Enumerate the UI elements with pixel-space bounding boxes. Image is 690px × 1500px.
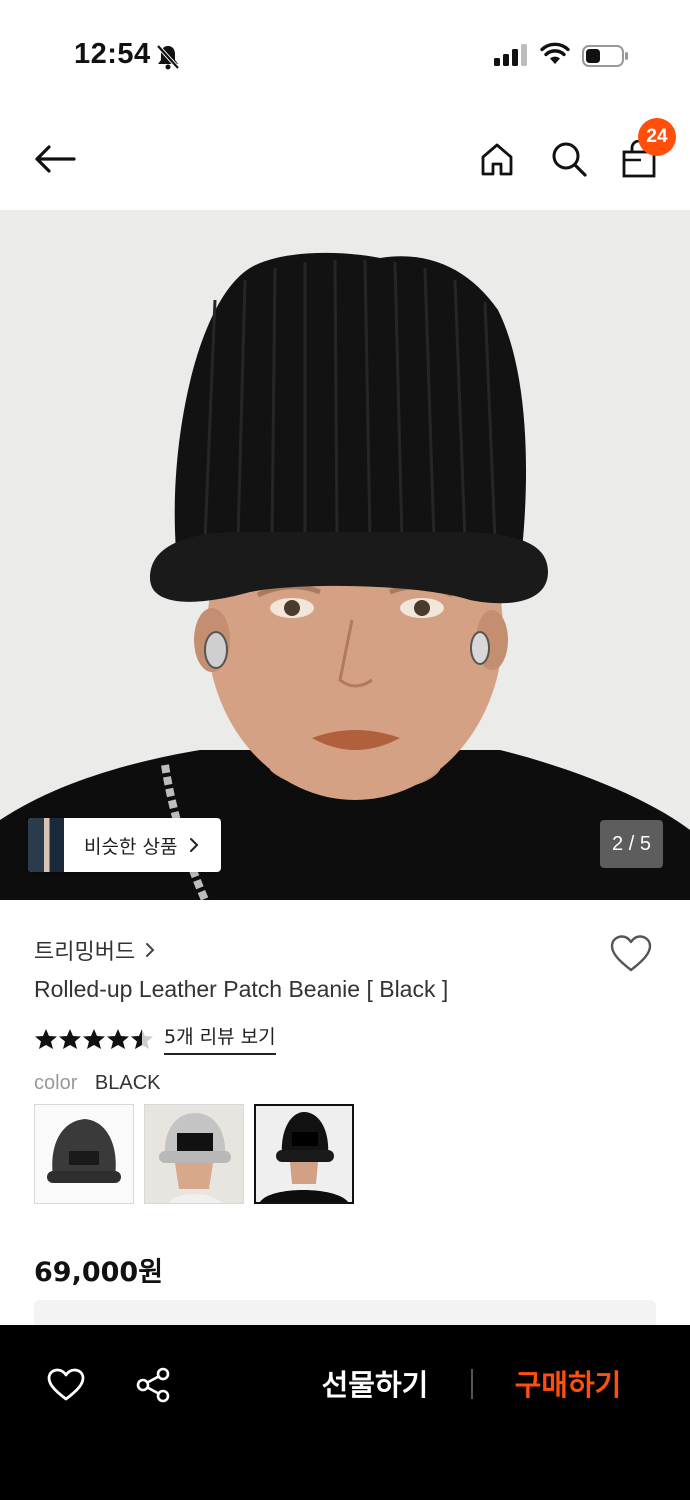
- brand-name: 트리밍버드: [34, 940, 136, 965]
- product-price: 69,000원: [34, 1257, 164, 1288]
- back-button[interactable]: [30, 136, 80, 182]
- star-icon: [59, 1028, 81, 1049]
- star-rating: [34, 1028, 154, 1050]
- swatch-black-image: [256, 1106, 352, 1202]
- swatch-charcoal-image: [35, 1105, 133, 1203]
- similar-products-button[interactable]: 비슷한 상품: [28, 818, 221, 872]
- star-icon: [107, 1028, 129, 1049]
- wifi-icon: [540, 42, 570, 71]
- top-nav: [0, 110, 690, 210]
- cart-count-badge: 24: [638, 118, 676, 156]
- similar-products-label: 비슷한 상품: [84, 835, 178, 858]
- arrow-left-icon: [35, 145, 76, 173]
- product-image[interactable]: [0, 210, 690, 900]
- star-icon: [83, 1028, 105, 1049]
- signal-icon: [494, 44, 528, 71]
- status-bar: 12:54: [0, 0, 690, 110]
- battery-icon: [582, 44, 630, 73]
- bottom-action-bar: 선물하기 구매하기: [0, 1325, 690, 1500]
- chevron-right-icon: [146, 943, 155, 957]
- heart-icon: [610, 935, 652, 972]
- buy-button[interactable]: 구매하기: [496, 1361, 640, 1409]
- rating-row: 5개 리뷰 보기: [34, 1022, 276, 1055]
- color-swatches: [34, 1104, 354, 1204]
- swatch-light-grey[interactable]: [144, 1104, 244, 1204]
- product-name: Rolled-up Leather Patch Beanie [ Black ]: [34, 976, 449, 1002]
- home-button[interactable]: [474, 136, 520, 182]
- brand-link[interactable]: 트리밍버드: [34, 934, 155, 966]
- status-time: 12:54: [74, 38, 151, 70]
- swatch-light-grey-image: [145, 1105, 243, 1203]
- bell-off-icon: [156, 44, 180, 75]
- color-value: BLACK: [94, 1072, 161, 1094]
- bottom-wishlist-button[interactable]: [44, 1363, 88, 1407]
- color-row: color BLACK: [34, 1072, 161, 1095]
- divider: [471, 1369, 473, 1399]
- search-icon: [552, 142, 587, 177]
- similar-thumbnail: [28, 818, 64, 872]
- swatch-charcoal[interactable]: [34, 1104, 134, 1204]
- wishlist-button[interactable]: [608, 932, 654, 976]
- color-label: color: [34, 1072, 78, 1094]
- share-button[interactable]: [131, 1363, 175, 1407]
- image-page-indicator: 2 / 5: [600, 820, 663, 868]
- heart-icon: [47, 1368, 85, 1401]
- gift-button[interactable]: 선물하기: [300, 1361, 450, 1409]
- home-icon: [481, 143, 513, 176]
- product-photo: [0, 210, 690, 900]
- review-link[interactable]: 5개 리뷰 보기: [164, 1022, 276, 1055]
- chevron-right-icon: [190, 838, 199, 852]
- star-icon: [35, 1028, 57, 1049]
- search-button[interactable]: [546, 136, 592, 182]
- share-icon: [136, 1367, 170, 1403]
- star-half-icon: [131, 1028, 153, 1049]
- swatch-black[interactable]: [254, 1104, 354, 1204]
